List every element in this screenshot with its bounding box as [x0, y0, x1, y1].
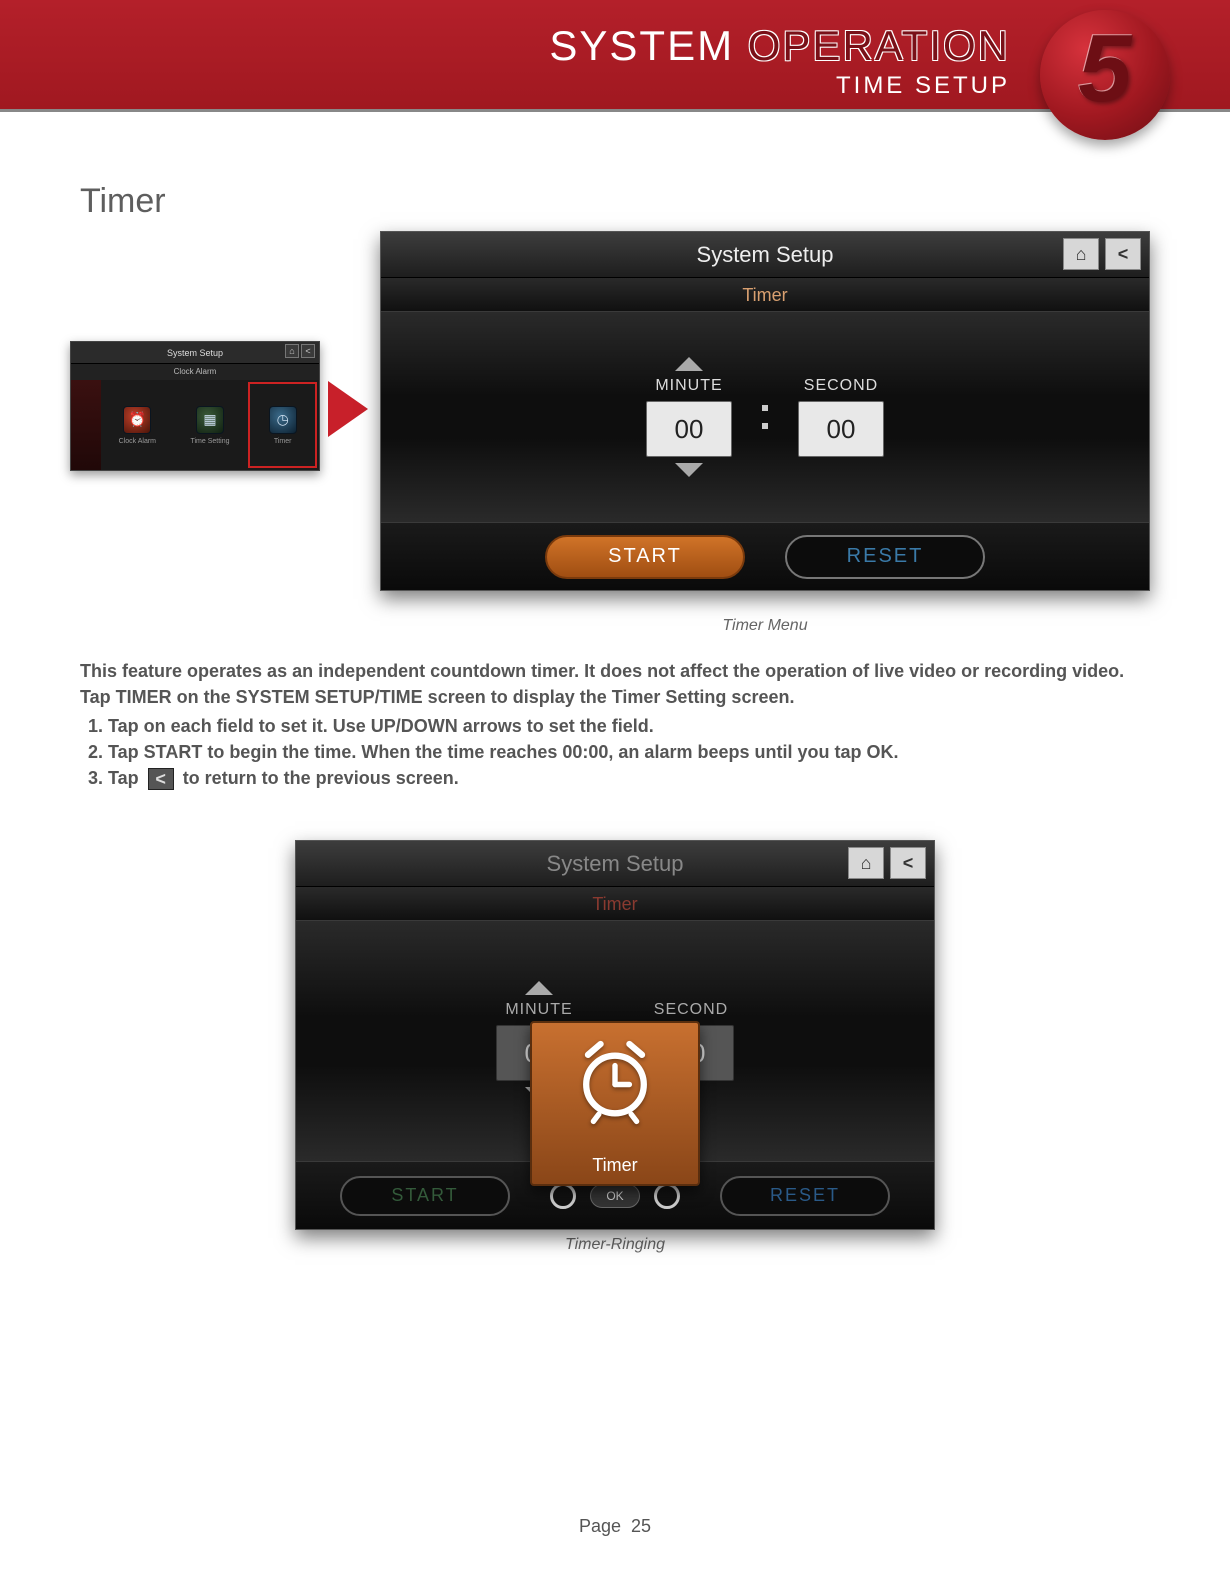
modal-label: Timer	[592, 1155, 637, 1176]
minute-field[interactable]: 00	[646, 401, 732, 457]
thumb-item-clock-alarm[interactable]: ⏰ Clock Alarm	[101, 380, 174, 470]
chapter-number: 5	[1078, 14, 1131, 124]
arrow-icon	[328, 381, 368, 437]
reset-button[interactable]: RESET	[720, 1176, 890, 1216]
figure-caption: Timer-Ringing	[295, 1236, 935, 1254]
up-arrow-icon[interactable]	[675, 357, 703, 371]
thumb-sidebar	[71, 380, 101, 470]
thumb-item-label: Clock Alarm	[119, 438, 156, 445]
second-label: SECOND	[654, 1001, 728, 1019]
body-text: This feature operates as an independent …	[80, 659, 1150, 790]
timer-alarm-modal: Timer	[530, 1021, 700, 1186]
home-icon[interactable]: ⌂	[285, 344, 299, 358]
thumb-item-label: Timer	[274, 438, 292, 445]
thumb-titlebar: System Setup ⌂ <	[71, 342, 319, 364]
chapter-badge: 5	[1040, 10, 1170, 140]
second-label: SECOND	[804, 377, 878, 395]
panel-titlebar: System Setup ⌂ <	[381, 232, 1149, 278]
back-icon[interactable]: <	[301, 344, 315, 358]
paragraph: This feature operates as an independent …	[80, 659, 1150, 683]
back-icon[interactable]: <	[1105, 238, 1141, 270]
header-title-right: OPERATION	[748, 22, 1010, 69]
thumb-item-label: Time Setting	[190, 438, 229, 445]
second-field[interactable]: 00	[798, 401, 884, 457]
up-arrow-icon[interactable]	[525, 981, 553, 995]
minute-label: MINUTE	[505, 1001, 572, 1019]
timer-icon: ◷	[269, 406, 297, 434]
footer-page-number: 25	[631, 1516, 651, 1536]
minute-column: MINUTE 00	[646, 357, 732, 477]
system-setup-thumbnail: System Setup ⌂ < Clock Alarm ⏰ Clock Ala…	[70, 341, 320, 471]
calendar-icon: ▦	[196, 406, 224, 434]
slider-ring-icon	[550, 1183, 576, 1209]
step-item: Tap < to return to the previous screen.	[108, 766, 1150, 790]
timer-ringing-panel: System Setup ⌂ < Timer MINUTE 00 SECOND …	[295, 840, 935, 1230]
panel-title: System Setup	[547, 851, 684, 877]
footer-label: Page	[579, 1516, 621, 1536]
colon-separator	[762, 405, 768, 429]
header-title-left: SYSTEM	[549, 22, 747, 69]
page-footer: Page 25	[0, 1516, 1230, 1537]
down-arrow-icon[interactable]	[675, 463, 703, 477]
thumb-subtitle: Clock Alarm	[71, 364, 319, 380]
panel-subtitle: Timer	[381, 278, 1149, 312]
alarm-clock-icon	[570, 1035, 660, 1125]
header-title: SYSTEM OPERATION	[549, 22, 1010, 70]
step-item: Tap START to begin the time. When the ti…	[108, 740, 1150, 764]
page-title: Timer	[80, 182, 1150, 221]
slider-ring-icon	[654, 1183, 680, 1209]
second-column: SECOND 00	[798, 377, 884, 457]
reset-button[interactable]: RESET	[785, 535, 985, 579]
step-item: Tap on each field to set it. Use UP/DOWN…	[108, 714, 1150, 738]
alarm-icon: ⏰	[123, 406, 151, 434]
panel-titlebar: System Setup ⌂ <	[296, 841, 934, 887]
step-text: to return to the previous screen.	[183, 768, 459, 788]
minute-label: MINUTE	[655, 377, 722, 395]
thumb-title: System Setup	[167, 348, 223, 358]
thumb-item-timer[interactable]: ◷ Timer	[246, 380, 319, 470]
step-text: Tap	[108, 768, 144, 788]
ok-button[interactable]: OK	[590, 1184, 640, 1208]
ok-slider[interactable]: OK	[550, 1183, 680, 1209]
timer-menu-panel: System Setup ⌂ < Timer MINUTE 00 SECOND …	[380, 231, 1150, 591]
panel-subtitle: Timer	[296, 887, 934, 921]
paragraph: Tap TIMER on the SYSTEM SETUP/TIME scree…	[80, 685, 1150, 709]
thumb-item-time-setting[interactable]: ▦ Time Setting	[174, 380, 247, 470]
panel-title: System Setup	[697, 242, 834, 268]
header-subtitle: TIME SETUP	[836, 72, 1010, 100]
back-icon[interactable]: <	[890, 847, 926, 879]
back-icon: <	[148, 768, 174, 790]
start-button[interactable]: START	[545, 535, 745, 579]
figure-caption: Timer Menu	[380, 617, 1150, 635]
page-header: SYSTEM OPERATION TIME SETUP 5	[0, 0, 1230, 112]
home-icon[interactable]: ⌂	[1063, 238, 1099, 270]
home-icon[interactable]: ⌂	[848, 847, 884, 879]
start-button[interactable]: START	[340, 1176, 510, 1216]
